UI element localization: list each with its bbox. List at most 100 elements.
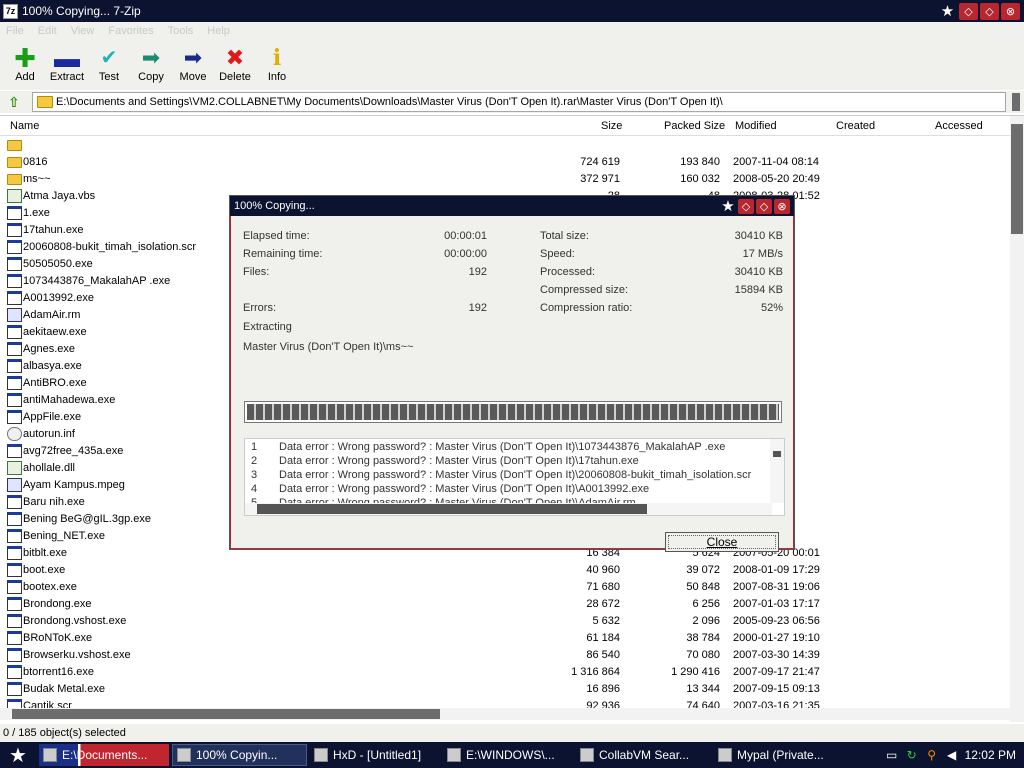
table-row[interactable]: 0816 724 619 193 840 2007-11-04 08:14	[0, 154, 1010, 171]
total-size-label: Total size:	[540, 230, 589, 242]
move-button[interactable]: ➡ Move	[172, 40, 214, 90]
copy-button[interactable]: ➡ Copy	[130, 40, 172, 90]
file-size: 61 184	[586, 632, 620, 644]
log-horizontal-scroll-thumb[interactable]	[257, 504, 647, 514]
table-row[interactable]: BRoNToK.exe 61 184 38 784 2000-01-27 19:10	[0, 630, 1010, 647]
table-row[interactable]: bootex.exe 71 680 50 848 2007-08-31 19:06	[0, 579, 1010, 596]
update-icon[interactable]: ↻	[905, 748, 919, 762]
add-button[interactable]: ✚ Add	[4, 40, 46, 90]
column-size[interactable]: Size	[601, 120, 622, 132]
menu-file[interactable]: File	[6, 25, 24, 37]
volume-icon[interactable]: ◀	[945, 748, 959, 762]
file-name: aekitaew.exe	[23, 326, 87, 338]
app-icon	[718, 748, 732, 762]
table-row[interactable]: Browserku.vshost.exe 86 540 70 080 2007-03-…	[0, 647, 1010, 664]
path-text: E:\Documents and Settings\VM2.COLLABNET\…	[56, 96, 723, 108]
table-row[interactable]: Brondong.exe 28 672 6 256 2007-01-03 17:17	[0, 596, 1010, 613]
file-icon	[7, 529, 22, 543]
file-icon	[7, 512, 22, 526]
delete-button[interactable]: ✖ Delete	[214, 40, 256, 90]
compressed-size-row: Compressed size: 15894 KB	[540, 284, 783, 298]
info-label: Info	[267, 71, 287, 83]
file-icon	[7, 240, 22, 254]
taskbar-item[interactable]: E:\Documents...	[39, 744, 169, 766]
horizontal-scroll-thumb[interactable]	[12, 709, 440, 719]
menu-help[interactable]: Help	[207, 25, 230, 37]
log-horizontal-scrollbar[interactable]	[245, 503, 772, 515]
column-packed-size[interactable]: Packed Size	[664, 120, 725, 132]
column-modified[interactable]: Modified	[735, 120, 777, 132]
extract-button[interactable]: ▬ Extract	[46, 40, 88, 90]
taskbar-item-label: 100% Copyin...	[196, 748, 278, 762]
address-dropdown-button[interactable]	[1012, 93, 1020, 111]
status-bar: 0 / 185 object(s) selected	[0, 724, 1024, 742]
dialog-maximize-button[interactable]: ◇	[756, 198, 772, 214]
file-icon	[7, 461, 22, 475]
star-icon[interactable]: ★	[938, 3, 957, 20]
vertical-scrollbar[interactable]	[1010, 116, 1024, 722]
copy-progress-dialog: 100% Copying... ★ ◇ ◇ ⊗ Elapsed time: 00…	[229, 195, 795, 552]
info-button[interactable]: i Info	[256, 40, 298, 90]
file-size: 1 316 864	[571, 666, 620, 678]
vertical-scroll-thumb[interactable]	[1011, 124, 1023, 234]
file-size: 28 672	[586, 598, 620, 610]
log-vertical-scroll-thumb[interactable]	[773, 451, 781, 457]
log-entry-number: 2	[251, 455, 258, 467]
path-field[interactable]: E:\Documents and Settings\VM2.COLLABNET\…	[32, 92, 1006, 112]
file-size: 16 896	[586, 683, 620, 695]
network-icon[interactable]: ▭	[885, 748, 899, 762]
up-folder-button[interactable]: ⇧	[4, 93, 24, 111]
dialog-minimize-button[interactable]: ◇	[738, 198, 754, 214]
log-entry-text: Data error : Wrong password? : Master Vi…	[279, 455, 639, 467]
file-name: Browserku.vshost.exe	[23, 649, 131, 661]
compressed-size-value: 15894 KB	[734, 284, 783, 296]
star-icon[interactable]: ★	[720, 198, 736, 215]
window-title: 100% Copying... 7-Zip	[22, 4, 141, 18]
dialog-close-icon-button[interactable]: ⊗	[774, 198, 790, 214]
close-window-button[interactable]: ⊗	[1001, 2, 1020, 20]
folder-icon	[7, 174, 22, 185]
app-icon	[580, 748, 594, 762]
horizontal-scrollbar[interactable]	[0, 708, 1010, 720]
taskbar-item-label: Mypal (Private...	[737, 748, 824, 762]
table-row[interactable]	[0, 137, 1010, 154]
column-accessed[interactable]: Accessed	[935, 120, 983, 132]
table-row[interactable]: boot.exe 40 960 39 072 2008-01-09 17:29	[0, 562, 1010, 579]
table-row[interactable]: Budak Metal.exe 16 896 13 344 2007-09-15 09…	[0, 681, 1010, 698]
app-icon	[447, 748, 461, 762]
file-size: 5 632	[592, 615, 620, 627]
column-created[interactable]: Created	[836, 120, 875, 132]
start-button[interactable]: ★	[0, 742, 36, 768]
file-icon	[7, 665, 22, 679]
taskbar-item[interactable]: E:\WINDOWS\...	[443, 744, 573, 766]
log-vertical-scrollbar[interactable]	[770, 439, 784, 503]
column-name[interactable]: Name	[10, 120, 39, 132]
taskbar-item[interactable]: 100% Copyin...	[172, 744, 307, 766]
minimize-button[interactable]: ◇	[959, 2, 978, 20]
up-arrow-icon: ⇧	[8, 93, 20, 110]
maximize-button[interactable]: ◇	[980, 2, 999, 20]
table-row[interactable]: Brondong.vshost.exe 5 632 2 096 2005-09-23 …	[0, 613, 1010, 630]
search-icon[interactable]: ⚲	[925, 748, 939, 762]
address-bar: ⇧ E:\Documents and Settings\VM2.COLLABNE…	[0, 91, 1024, 113]
menu-view[interactable]: View	[71, 25, 95, 37]
test-button[interactable]: ✔ Test	[88, 40, 130, 90]
table-row[interactable]: btorrent16.exe 1 316 864 1 290 416 2007-09-…	[0, 664, 1010, 681]
taskbar-item[interactable]: CollabVM Sear...	[576, 744, 711, 766]
menu-tools[interactable]: Tools	[168, 25, 194, 37]
test-icon: ✔	[100, 47, 118, 69]
error-log-list[interactable]: 1 Data error : Wrong password? : Master V…	[244, 438, 785, 516]
menu-edit[interactable]: Edit	[38, 25, 57, 37]
file-icon	[7, 393, 22, 407]
delete-icon: ✖	[225, 45, 245, 70]
file-modified: 2000-01-27 19:10	[733, 632, 820, 644]
taskbar-item[interactable]: Mypal (Private...	[714, 744, 849, 766]
table-row[interactable]: ms~~ 372 971 160 032 2008-05-20 20:49	[0, 171, 1010, 188]
file-name: AdamAir.rm	[23, 309, 81, 321]
menu-favorites[interactable]: Favorites	[108, 25, 153, 37]
close-button[interactable]: Close	[665, 532, 779, 552]
taskbar-item[interactable]: HxD - [Untitled1]	[310, 744, 440, 766]
file-name: Brondong.vshost.exe	[23, 615, 127, 627]
file-name: ms~~	[23, 173, 51, 185]
file-packed-size: 193 840	[680, 156, 720, 168]
